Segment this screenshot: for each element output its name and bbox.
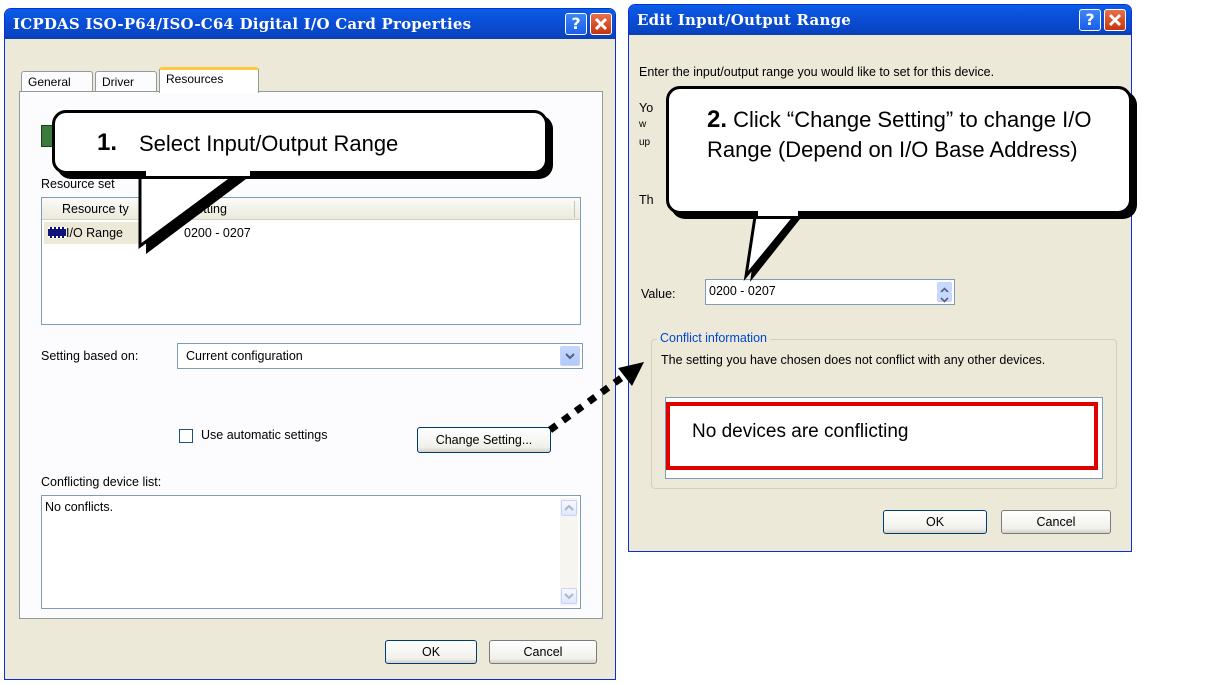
callout-1: 1. Select Input/Output Range [52, 110, 548, 174]
help-button[interactable]: ? [565, 13, 587, 35]
tab-driver-label: Driver [102, 75, 134, 89]
scroll-down-button[interactable] [561, 588, 577, 604]
resource-list[interactable]: Resource ty Setting I/O Range 0200 - 020… [41, 197, 581, 325]
edit-range-title: Edit Input/Output Range [637, 11, 852, 29]
tab-resources-label: Resources [166, 72, 224, 86]
tab-general-label: General [28, 75, 71, 89]
callout-1-number: 1. [97, 129, 118, 156]
callout-2-body: 2. Click “Change Setting” to change I/O … [707, 105, 1127, 165]
setting-based-value: Current configuration [186, 349, 303, 363]
hidden-text-fragment-1: Yo [639, 101, 654, 115]
callout-2-pointer [743, 208, 804, 282]
close-icon [1108, 13, 1122, 27]
scroll-up-button[interactable] [561, 500, 577, 516]
edit-intro-text: Enter the input/output range you would l… [639, 65, 995, 79]
conflict-description: The setting you have chosen does not con… [661, 353, 1046, 367]
resource-settings-label: Resource set [41, 177, 115, 191]
close-icon [594, 17, 608, 31]
setting-based-select[interactable]: Current configuration [177, 343, 583, 369]
callout-2-number: 2. [707, 106, 728, 133]
help-button[interactable]: ? [1079, 9, 1101, 31]
close-button[interactable] [1104, 9, 1126, 31]
ok-button[interactable]: OK [883, 510, 987, 534]
resource-row-type: I/O Range [66, 226, 123, 240]
value-label: Value: [641, 287, 676, 301]
hidden-text-fragment-3: up [639, 137, 651, 148]
properties-titlebar[interactable]: ICPDAS ISO-P64/ISO-C64 Digital I/O Card … [5, 9, 615, 39]
change-setting-button[interactable]: Change Setting... [417, 427, 551, 453]
conflicting-list-label: Conflicting device list: [41, 475, 162, 489]
tab-general[interactable]: General [21, 71, 93, 93]
properties-title: ICPDAS ISO-P64/ISO-C64 Digital I/O Card … [13, 15, 472, 33]
conflicting-text: No conflicts. [45, 500, 114, 514]
hidden-text-fragment-4: Th [639, 193, 654, 207]
callout-2-text: Click “Change Setting” to change I/O Ran… [707, 107, 1092, 162]
tab-resources[interactable]: Resources [159, 67, 259, 93]
edit-range-titlebar[interactable]: Edit Input/Output Range ? [629, 5, 1131, 35]
callout-1-pointer [138, 170, 250, 254]
chevron-down-icon [940, 297, 949, 303]
auto-settings-label: Use automatic settings [201, 428, 328, 442]
chevron-up-icon [564, 504, 574, 511]
ok-button[interactable]: OK [385, 640, 477, 664]
dotted-arrow [547, 362, 644, 433]
tab-driver[interactable]: Driver [95, 71, 157, 93]
spinner-down[interactable] [937, 292, 952, 303]
help-icon: ? [571, 14, 581, 33]
callout-1-gap [146, 170, 250, 176]
setting-based-label: Setting based on: [41, 349, 139, 363]
close-button[interactable] [590, 13, 612, 35]
value-spinner[interactable] [937, 282, 952, 303]
callout-2: 2. Click “Change Setting” to change I/O … [666, 86, 1132, 214]
conflict-scrollbar[interactable] [560, 498, 578, 606]
resource-row[interactable]: I/O Range 0200 - 0207 [44, 222, 578, 244]
callout-1-text: Select Input/Output Range [139, 131, 399, 156]
conflict-group-title: Conflict information [657, 331, 770, 345]
auto-settings-checkbox[interactable] [179, 429, 193, 443]
chevron-down-icon [564, 593, 574, 600]
cancel-button[interactable]: Cancel [1001, 510, 1111, 534]
io-chip-icon [48, 227, 66, 238]
properties-dialog: ICPDAS ISO-P64/ISO-C64 Digital I/O Card … [4, 8, 616, 680]
column-divider-end [574, 201, 575, 218]
spinner-up[interactable] [937, 282, 952, 293]
no-conflict-highlight-text: No devices are conflicting [692, 421, 909, 442]
cancel-button[interactable]: Cancel [489, 640, 597, 664]
column-resource-type[interactable]: Resource ty [62, 202, 129, 216]
help-icon: ? [1085, 10, 1095, 29]
callout-2-gap [758, 210, 798, 216]
conflicting-device-list[interactable]: No conflicts. [41, 495, 581, 609]
hidden-text-fragment-2: w [639, 119, 647, 130]
